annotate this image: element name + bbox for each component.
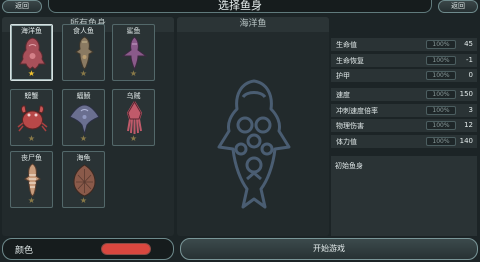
fish-body-card-label: 蝠鲼 — [76, 92, 91, 100]
stat-row: 冲刺速度倍率 100% 3 — [331, 104, 477, 117]
star-icon: ★ — [27, 196, 36, 205]
squid-icon — [126, 101, 143, 134]
stat-row: 物理伤害 100% 12 — [331, 119, 477, 132]
stat-name: 速度 — [336, 91, 350, 99]
shark-icon — [121, 36, 148, 70]
fish-body-card[interactable]: 丧尸鱼 ★ — [10, 151, 53, 208]
piranha-icon — [75, 36, 94, 70]
stat-name: 生命恢复 — [336, 57, 364, 65]
stat-value: 45 — [464, 40, 473, 48]
star-icon: ★ — [129, 69, 138, 78]
start-game-button[interactable]: 开始游戏 — [180, 238, 478, 260]
fish-body-card[interactable]: 鲨鱼 ★ — [112, 24, 155, 81]
fish-body-card-label: 鲨鱼 — [126, 27, 141, 35]
stat-value: 140 — [459, 137, 473, 145]
star-icon: ★ — [27, 134, 36, 143]
fish-body-card-label: 食人鱼 — [73, 27, 94, 35]
fish-body-list-panel: 所有鱼身 海洋鱼★食人鱼★鲨鱼★螃蟹★蝠鲼★乌贼★丧尸鱼★海龟★ — [2, 17, 174, 236]
star-icon: ★ — [79, 134, 88, 143]
description-panel: 初始鱼身 — [331, 156, 477, 236]
stat-percent-field: 100% — [426, 121, 456, 130]
stat-name: 护甲 — [336, 72, 350, 80]
stat-value: 0 — [468, 71, 473, 79]
stat-value: -1 — [466, 56, 473, 64]
back-button-right[interactable]: 返回 — [438, 0, 478, 13]
sea-fish-outline-icon — [217, 79, 291, 209]
fish-body-card-label: 丧尸鱼 — [21, 154, 42, 162]
preview-panel: 海洋鱼 — [177, 17, 329, 236]
fish-body-card[interactable]: 海洋鱼 ★ — [10, 24, 53, 81]
back-button-left[interactable]: 返回 — [2, 0, 42, 13]
stat-percent-field: 100% — [426, 106, 456, 115]
stats-panel: 生命值 100% 45 生命恢复 100% -1 护甲 100% 0 速度 100% 150 冲刺速度倍… — [331, 38, 477, 153]
stat-row: 护甲 100% 0 — [331, 69, 477, 82]
sea-turtle-icon — [73, 164, 96, 197]
stat-value: 150 — [459, 90, 473, 98]
color-selector: 颜色 — [2, 238, 174, 260]
stat-name: 物理伤害 — [336, 122, 364, 130]
fish-body-card-label: 乌贼 — [126, 92, 141, 100]
stat-value: 12 — [464, 121, 473, 129]
preview-title: 海洋鱼 — [177, 17, 329, 32]
page-title: 选择鱼身 — [48, 0, 432, 13]
stat-percent-field: 100% — [426, 40, 456, 49]
stat-name: 生命值 — [336, 41, 357, 49]
stat-row: 生命恢复 100% -1 — [331, 54, 477, 67]
star-icon: ★ — [79, 196, 88, 205]
color-swatch-button[interactable] — [101, 243, 151, 255]
stat-row: 速度 100% 150 — [331, 88, 477, 101]
fish-body-card-label: 螃蟹 — [24, 92, 39, 100]
fish-body-card[interactable]: 蝠鲼 ★ — [62, 89, 105, 146]
stat-percent-field: 100% — [426, 56, 456, 65]
stat-value: 3 — [468, 106, 473, 114]
stat-row: 生命值 100% 45 — [331, 38, 477, 51]
star-icon: ★ — [27, 69, 36, 78]
fish-body-card[interactable]: 海龟 ★ — [62, 151, 105, 208]
fish-body-card[interactable]: 乌贼 ★ — [112, 89, 155, 146]
stat-percent-field: 100% — [426, 137, 456, 146]
crab-icon — [17, 105, 48, 132]
stat-row: 体力值 100% 140 — [331, 135, 477, 148]
star-icon: ★ — [129, 134, 138, 143]
star-icon: ★ — [79, 69, 88, 78]
manta-ray-icon — [69, 104, 100, 135]
stat-percent-field: 100% — [426, 71, 456, 80]
stat-percent-field: 100% — [426, 90, 456, 99]
color-label: 颜色 — [15, 246, 34, 256]
fish-body-card-label: 海洋鱼 — [21, 27, 42, 35]
zombie-fish-icon — [24, 163, 41, 197]
fish-body-card-label: 海龟 — [76, 154, 91, 162]
stat-name: 体力值 — [336, 138, 357, 146]
fish-body-card[interactable]: 食人鱼 ★ — [62, 24, 105, 81]
sea-fish-icon — [19, 37, 46, 70]
stat-name: 冲刺速度倍率 — [336, 107, 378, 115]
fish-body-card[interactable]: 螃蟹 ★ — [10, 89, 53, 146]
description-text: 初始鱼身 — [335, 162, 363, 170]
